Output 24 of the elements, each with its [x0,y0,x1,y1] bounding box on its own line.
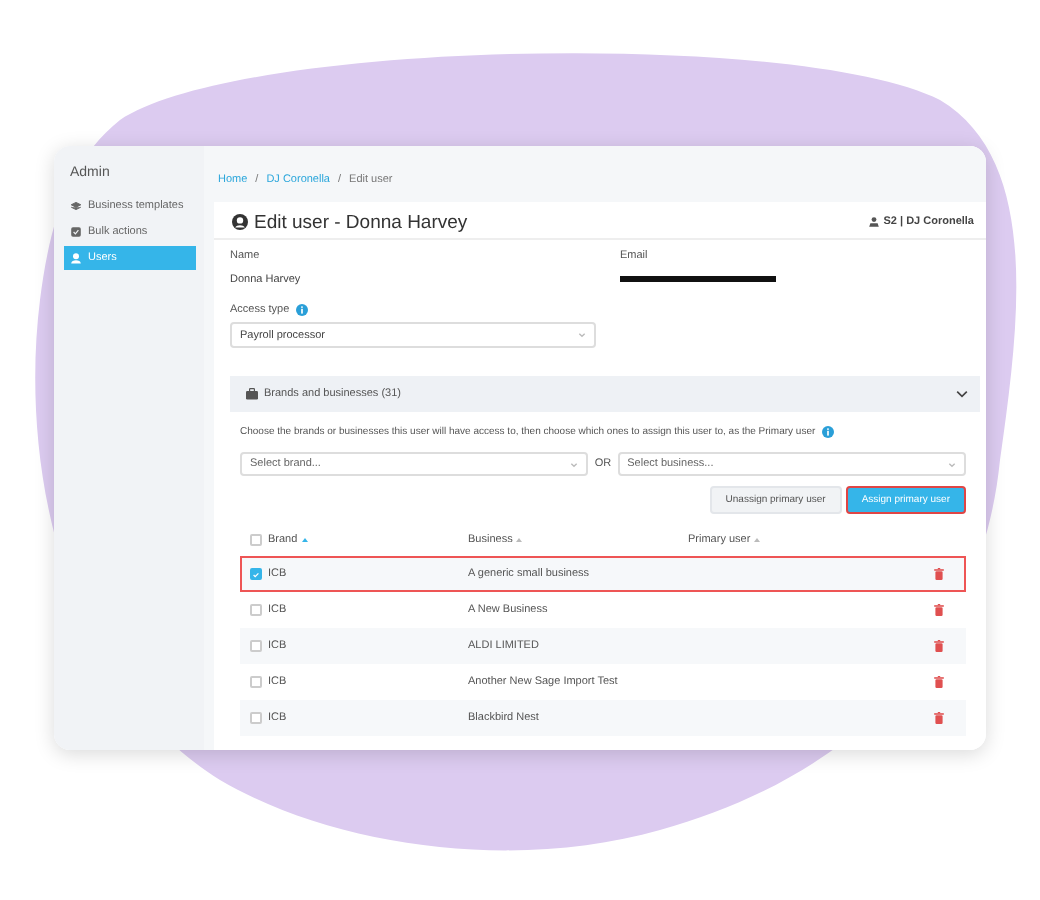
trash-icon[interactable] [934,568,944,580]
info-icon [295,304,308,316]
trash-icon[interactable] [934,676,944,688]
trash-icon[interactable] [934,604,944,616]
trash-icon[interactable] [934,712,944,724]
layers-icon [70,200,82,212]
checkbox[interactable] [250,568,262,580]
checkbox[interactable] [250,640,262,652]
caret-icon [570,461,579,467]
checkbox-icon [70,226,82,238]
checkbox[interactable] [250,712,262,724]
user-icon [70,252,82,264]
checkbox[interactable] [250,676,262,688]
trash-icon[interactable] [934,640,944,652]
caret-icon [578,332,586,338]
user-icon [867,216,880,228]
info-icon [821,426,834,438]
briefcase-icon [246,388,258,400]
checkbox[interactable] [250,533,262,545]
checkbox[interactable] [250,604,262,616]
caret-icon [948,461,956,467]
page-title: Edit user - Donna Harvey [254,211,470,233]
chevron-icon[interactable] [956,390,968,398]
user-icon [232,214,248,230]
